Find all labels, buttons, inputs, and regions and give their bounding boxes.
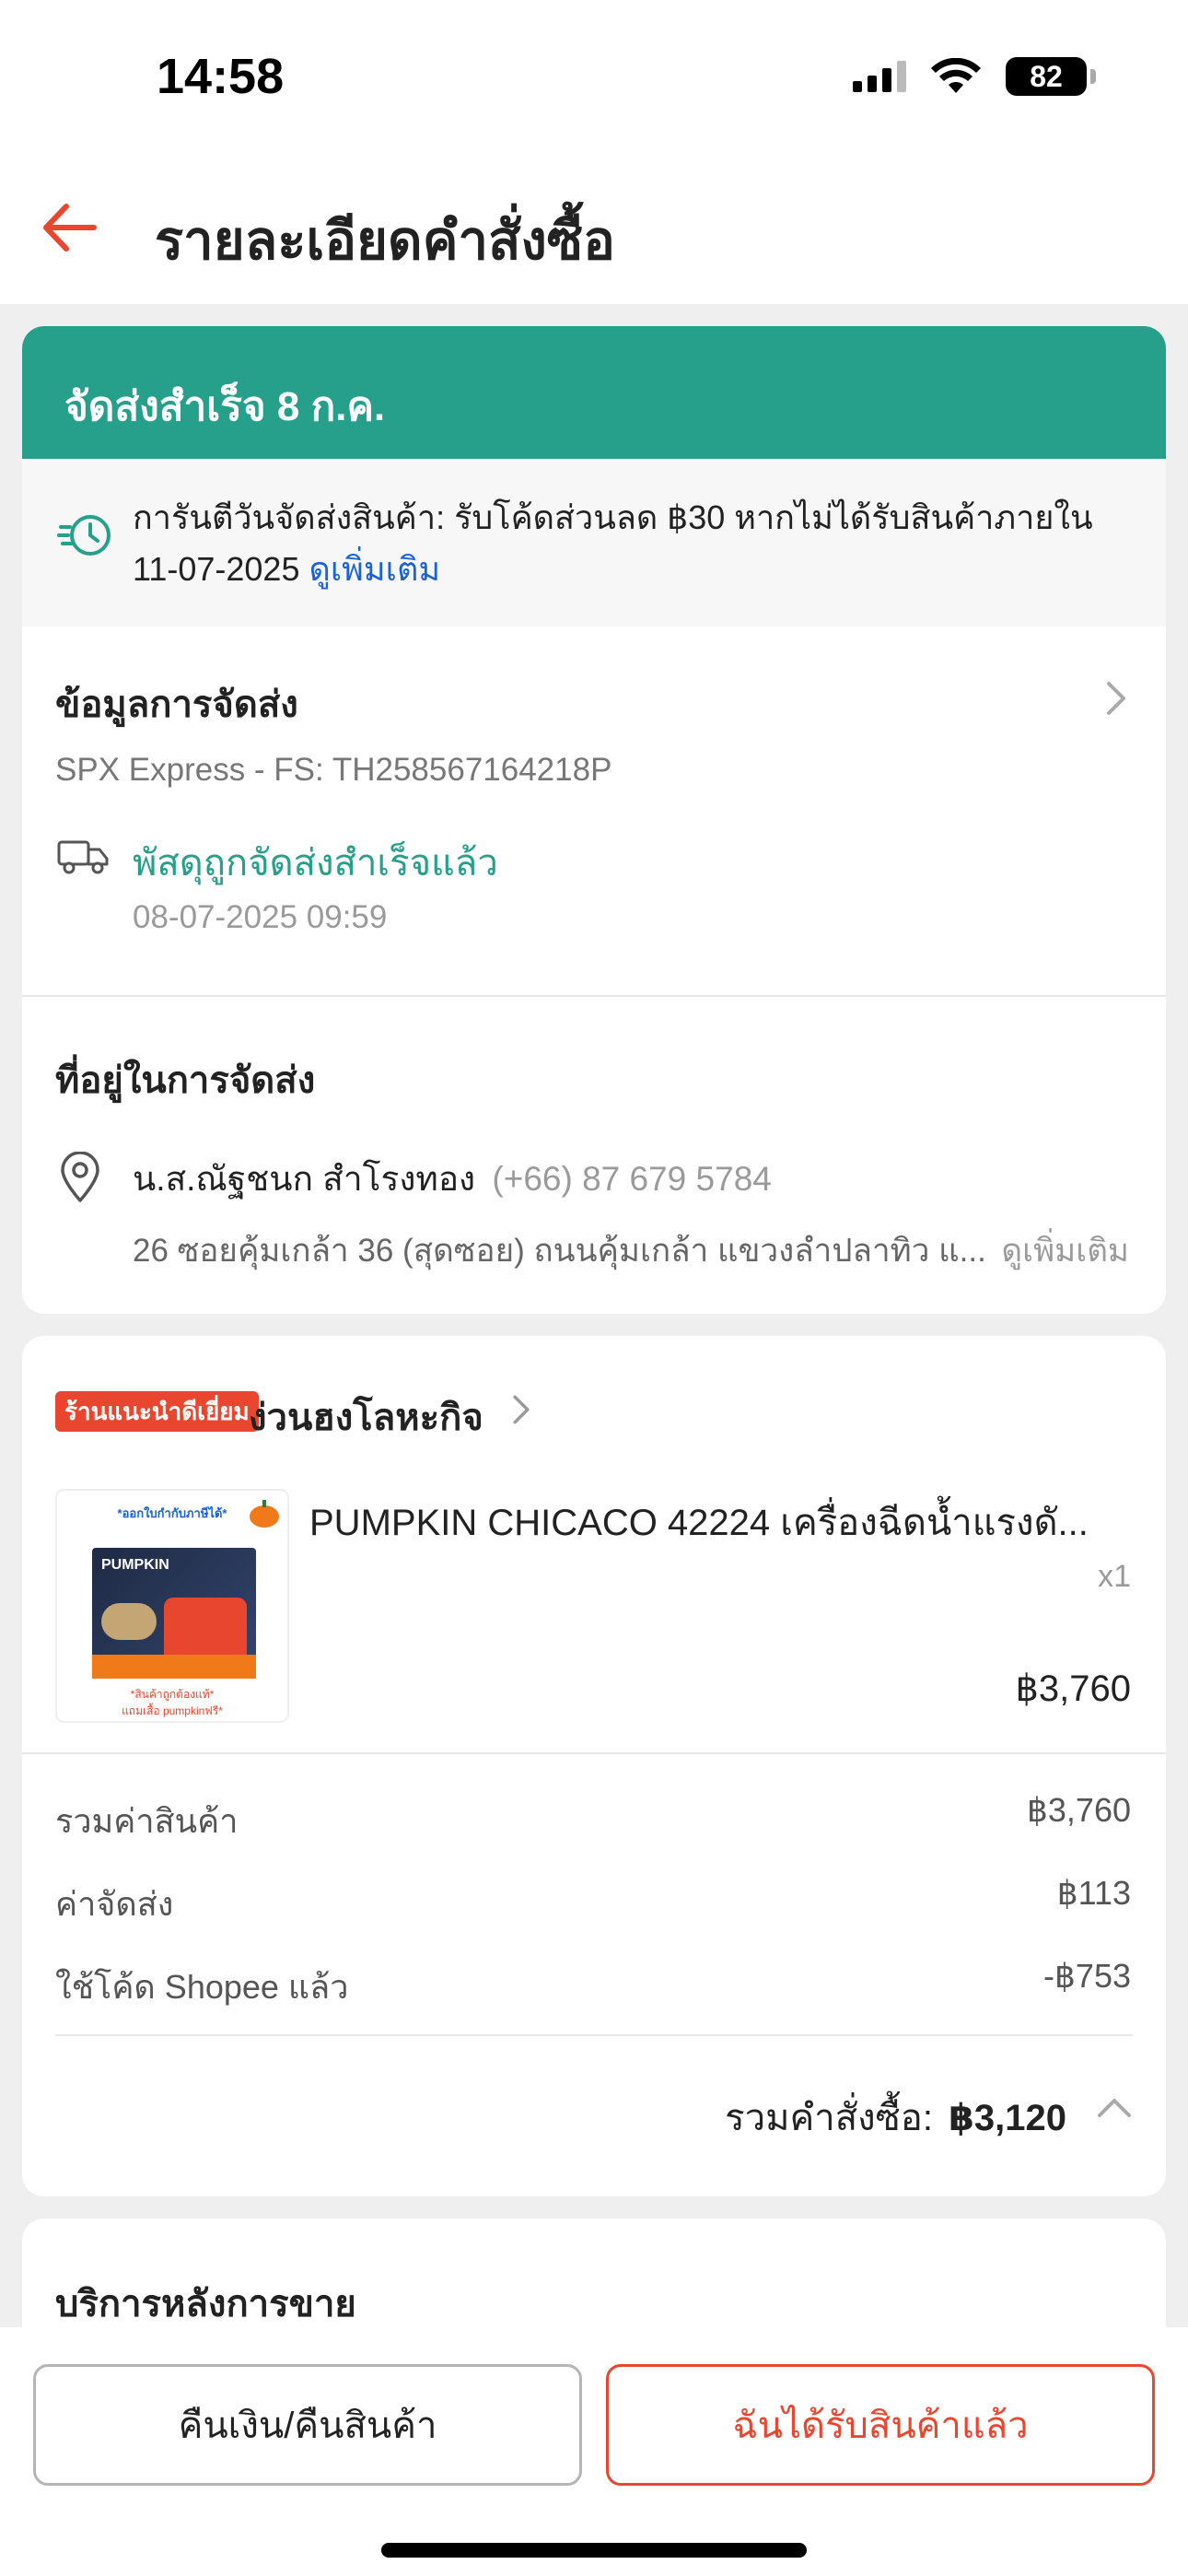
product-image-bottom-text-1: *สินค้าถูกต้องแท้* (130, 1688, 215, 1701)
order-total[interactable]: รวมคำสั่งซื้อ: ฿3,120 (725, 2088, 1066, 2147)
pumpkin-logo-icon (250, 1500, 279, 1528)
battery-icon: 82 (1006, 57, 1096, 96)
shop-name[interactable]: ง่วนฮงโลหะกิจ (249, 1388, 483, 1446)
clock-fast-icon (57, 515, 111, 556)
subtotal-label: รวมค่าสินค้า (55, 1802, 239, 1840)
status-time: 14:58 (157, 49, 285, 104)
bottom-action-bar: คืนเงิน/คืนสินค้า ฉันได้รับสินค้าแล้ว (0, 2327, 1188, 2576)
shipping-info[interactable]: ข้อมูลการจัดส่ง SPX Express - FS: TH2585… (22, 626, 1166, 997)
shipping-fee-label: ค่าจัดส่ง (55, 1885, 174, 1923)
status-icons: 82 (853, 57, 1096, 96)
recipient-phone: (+66) 87 679 5784 (492, 1160, 772, 1198)
location-pin-icon (61, 1152, 99, 1202)
product-name[interactable]: PUMPKIN CHICACO 42224 เครื่องฉีดน้ำแรงดั… (309, 1493, 1138, 1551)
address-more-link[interactable]: ดูเพิ่มเติม (1001, 1225, 1129, 1276)
chevron-right-icon[interactable] (1103, 680, 1129, 717)
product-brand-text: PUMPKIN (101, 1557, 169, 1573)
order-total-value: ฿3,120 (949, 2098, 1066, 2138)
refund-button[interactable]: คืนเงิน/คืนสินค้า (33, 2364, 582, 2486)
product-quantity: x1 (1098, 1559, 1131, 1594)
voucher-label: ใช้โค้ด Shopee แล้ว (55, 1968, 349, 2006)
product-divider (22, 1752, 1166, 1754)
shop-chevron-icon[interactable] (510, 1393, 532, 1426)
pressure-washer-art (164, 1598, 247, 1662)
preferred-seller-badge: ร้านแนะนำดีเยี่ยม (55, 1391, 259, 1432)
shipping-address[interactable]: ที่อยู่ในการจัดส่ง น.ส.ณัฐชนก สำโรงทอง (… (22, 997, 1166, 1314)
shipping-carrier: SPX Express - FS: TH258567164218P (55, 752, 612, 788)
product-image[interactable]: *ออกใบกำกับภาษีได้* PUMPKIN *สินค้าถูกต้… (55, 1489, 289, 1723)
shipping-fee-value: ฿113 (1056, 1874, 1131, 1912)
home-indicator[interactable] (381, 2543, 807, 2558)
status-bar: 14:58 82 (0, 0, 1188, 157)
order-card: ร้านแนะนำดีเยี่ยม ง่วนฮงโลหะกิจ *ออกใบกำ… (22, 1336, 1166, 2196)
box-strip (92, 1655, 256, 1679)
summary-divider (55, 2034, 1133, 2036)
order-received-button[interactable]: ฉันได้รับสินค้าแล้ว (606, 2364, 1155, 2486)
header: รายละเอียดคำสั่งซื้อ (0, 157, 1188, 304)
product-price: ฿3,760 (1015, 1669, 1131, 1709)
page-title: รายละเอียดคำสั่งซื้อ (155, 211, 615, 271)
signal-icon (853, 61, 906, 92)
after-sales-title: บริการหลังการขาย (55, 2284, 356, 2324)
address-contact: น.ส.ณัฐชนก สำโรงทอง (+66) 87 679 5784 (133, 1152, 772, 1206)
delivery-card: จัดส่งสำเร็จ 8 ก.ค. การันตีวันจัดส่งสินค… (22, 326, 1166, 1314)
subtotal-value: ฿3,760 (1027, 1791, 1131, 1829)
back-arrow-icon[interactable] (37, 195, 101, 260)
chevron-up-icon[interactable] (1096, 2095, 1133, 2121)
product-image-bottom-text-2: แถมเสื้อ pumpkinฟรี* (122, 1704, 223, 1717)
guarantee-more-link[interactable]: ดูเพิ่มเติม (309, 550, 441, 588)
shipping-status: พัสดุถูกจัดส่งสำเร็จแล้ว (133, 843, 498, 884)
truck-icon (57, 840, 109, 874)
guarantee-text: การันตีวันจัดส่งสินค้า: รับโค้ดส่วนลด ฿3… (133, 498, 1093, 536)
guarantee-date: 11-07-2025 (133, 550, 300, 588)
recipient-name: น.ส.ณัฐชนก สำโรงทอง (133, 1160, 476, 1198)
address-title: ที่อยู่ในการจัดส่ง (55, 1060, 316, 1101)
car-art (101, 1603, 157, 1640)
address-line: 26 ซอยคุ้มเกล้า 36 (สุดซอย) ถนนคุ้มเกล้า… (133, 1233, 986, 1269)
delivery-guarantee: การันตีวันจัดส่งสินค้า: รับโค้ดส่วนลด ฿3… (22, 459, 1166, 626)
shipping-info-title: ข้อมูลการจัดส่ง (55, 685, 298, 725)
voucher-value: -฿753 (1043, 1957, 1131, 1995)
delivered-banner: จัดส่งสำเร็จ 8 ก.ค. (22, 326, 1166, 459)
product-box-art: PUMPKIN (92, 1548, 256, 1679)
shipping-timestamp: 08-07-2025 09:59 (133, 899, 388, 935)
order-total-label: รวมคำสั่งซื้อ: (725, 2098, 933, 2138)
wifi-icon (931, 58, 981, 93)
